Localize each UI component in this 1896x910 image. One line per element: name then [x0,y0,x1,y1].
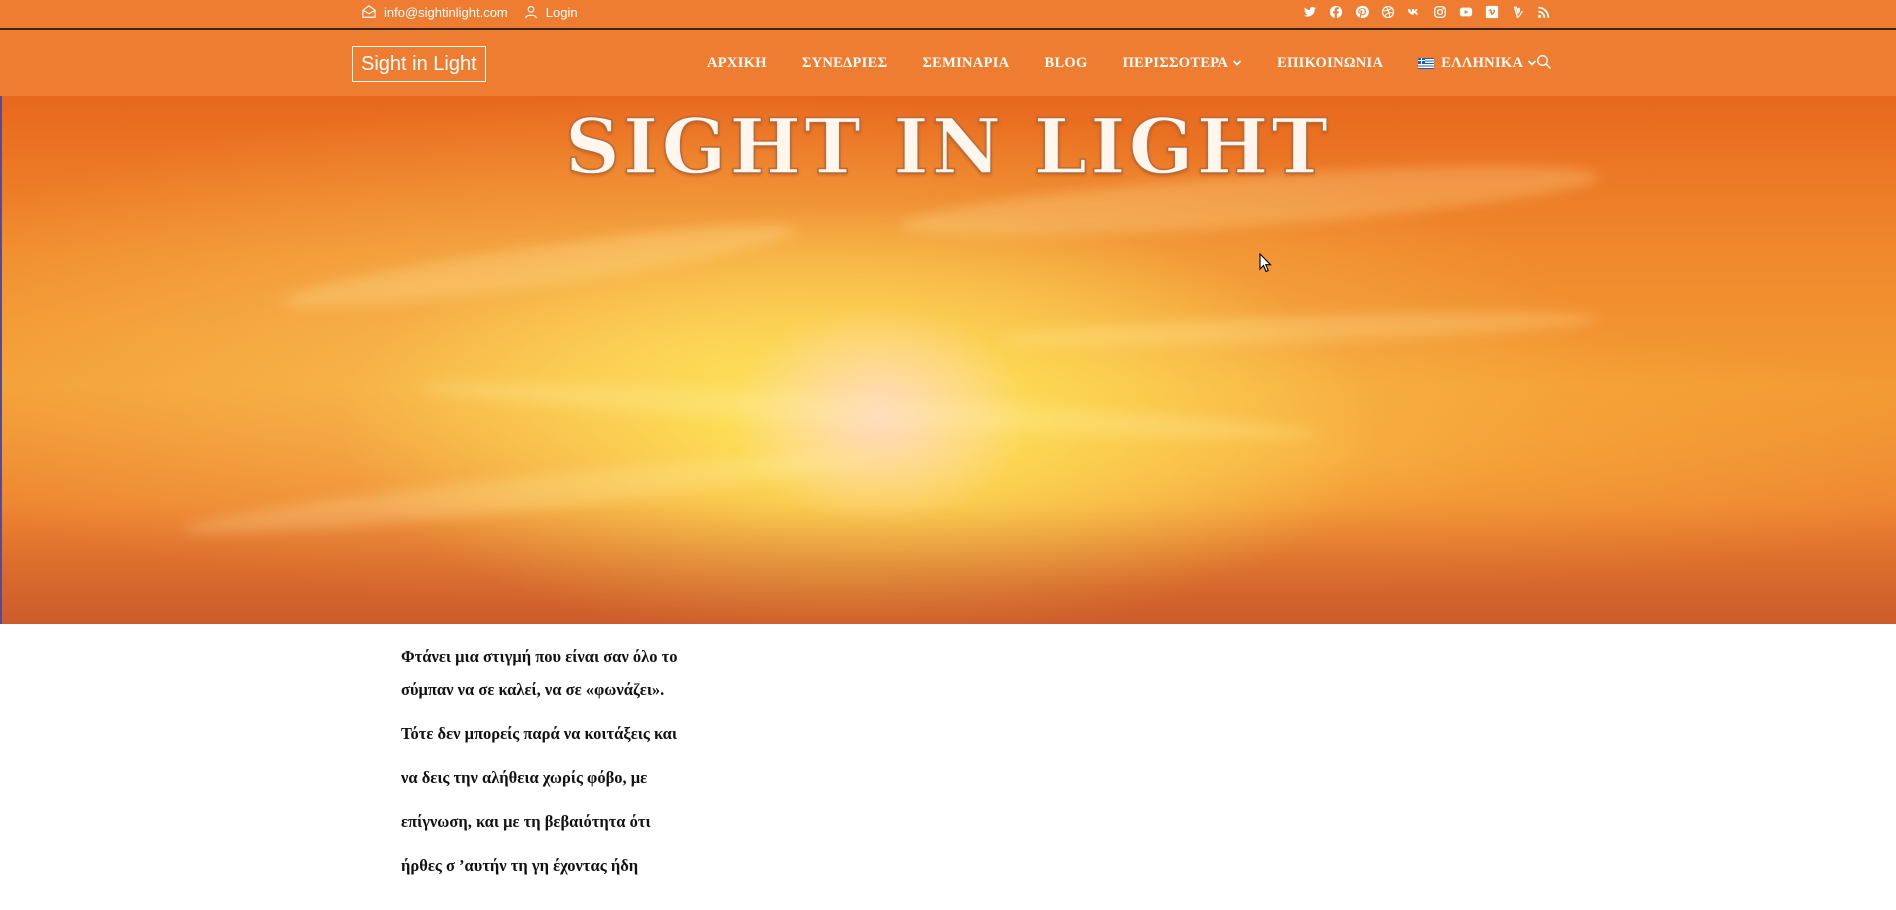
rss-icon[interactable] [1535,4,1552,21]
light-streak [999,305,1601,353]
menu-item-home[interactable]: ΑΡΧΙΚΗ [707,55,767,72]
text-line: σύμπαν να σε καλεί, να σε «φωνάζει». [401,680,665,699]
email-link[interactable]: info@sightinlight.com [384,5,508,20]
vimeo-icon[interactable] [1483,4,1500,21]
menu-item-sessions[interactable]: ΣΥΝΕΔΡΙΕΣ [802,55,888,72]
envelope-icon [362,5,376,18]
greek-flag-icon [1418,57,1435,69]
hero-title: SIGHT IN LIGHT [564,101,1331,192]
text-line: Τότε δεν μπορείς παρά να κοιτάξεις και [401,724,677,743]
main-header: Sight in Light ΑΡΧΙΚΗ ΣΥΝΕΔΡΙΕΣ ΣΕΜΙΝΑΡΙ… [0,30,1896,96]
twitter-icon[interactable] [1301,4,1318,21]
text-line: να δεις την αλήθεια χωρίς φόβο, με [401,768,648,787]
menu-item-more[interactable]: ΠΕΡΙΣΣΟΤΕΡΑ [1123,55,1243,72]
user-icon [524,6,537,19]
search-icon[interactable] [1536,54,1552,70]
text-line: επίγνωση, και με τη βεβαιότητα ότι [401,812,651,831]
menu-item-language[interactable]: ΕΛΛΗΝΙΚΑ [1418,55,1537,72]
top-bar-contact: info@sightinlight.com Login [362,0,578,24]
text-line: ήρθες σ ’αυτήν τη γη έχοντας ήδη [401,856,639,875]
intro-text: Φτάνει μια στιγμή που είναι σαν όλο το σ… [401,624,1001,877]
youtube-icon[interactable] [1457,4,1474,21]
hero-shade [0,504,1896,624]
facebook-icon[interactable] [1327,4,1344,21]
chevron-down-icon [1232,60,1242,66]
vine-icon[interactable] [1509,4,1526,21]
site-logo[interactable]: Sight in Light [352,46,486,82]
mouse-cursor-icon [1259,253,1272,273]
main-menu: ΑΡΧΙΚΗ ΣΥΝΕΔΡΙΕΣ ΣΕΜΙΝΑΡΙΑ BLOG ΠΕΡΙΣΣΟΤ… [707,30,1572,96]
light-streak [279,210,801,322]
dribbble-icon[interactable] [1379,4,1396,21]
menu-item-contact[interactable]: ΕΠΙΚΟΙΝΩΝΙΑ [1277,55,1383,72]
hero-banner: SIGHT IN LIGHT [0,96,1896,624]
light-streak [419,372,1321,450]
pinterest-icon[interactable] [1353,4,1370,21]
top-bar: info@sightinlight.com Login [0,0,1896,30]
menu-item-seminars[interactable]: ΣΕΜΙΝΑΡΙΑ [922,55,1009,72]
login-link[interactable]: Login [546,5,578,20]
text-line: Φτάνει μια στιγμή που είναι σαν όλο το [401,647,678,666]
menu-item-blog[interactable]: BLOG [1044,55,1087,72]
instagram-icon[interactable] [1431,4,1448,21]
vk-icon[interactable] [1405,4,1422,21]
social-icons [1301,0,1552,24]
